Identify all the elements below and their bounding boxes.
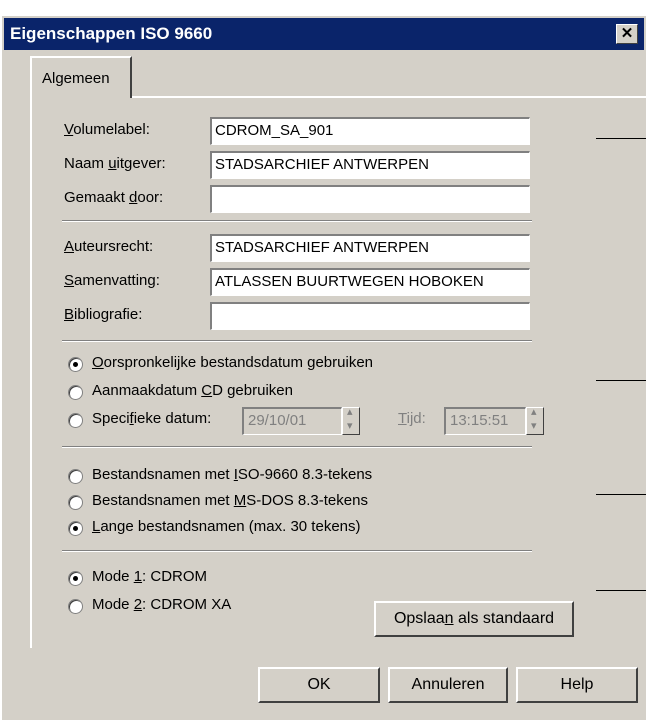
specific-date-label[interactable]: Specifieke datum: (92, 410, 211, 427)
time-label: Tijd: (398, 410, 426, 427)
separator (62, 446, 532, 448)
long-names-label[interactable]: Lange bestandsnamen (max. 30 tekens) (92, 518, 361, 535)
creation-date-label[interactable]: Aanmaakdatum CD gebruiken (92, 382, 293, 399)
title-bar[interactable]: Eigenschappen ISO 9660 ✕ (4, 18, 644, 50)
radio-creation-date[interactable] (68, 385, 83, 400)
radio-original-date[interactable] (68, 357, 83, 372)
samenvatting-label: Samenvatting: (64, 272, 160, 289)
radio-mode2[interactable] (68, 599, 83, 614)
uitgever-label: Naam uitgever: (64, 155, 166, 172)
radio-msdos-names[interactable] (68, 495, 83, 510)
gemaakt-door-field[interactable] (210, 185, 530, 213)
iso9660-names-label[interactable]: Bestandsnamen met ISO-9660 8.3-tekens (92, 466, 372, 483)
close-button[interactable]: ✕ (616, 24, 638, 44)
original-date-label[interactable]: Oorspronkelijke bestandsdatum gebruiken (92, 354, 373, 371)
gemaakt-door-label: Gemaakt door: (64, 189, 164, 206)
date-field[interactable]: 29/10/01 (242, 407, 342, 435)
msdos-names-label[interactable]: Bestandsnamen met MS-DOS 8.3-tekens (92, 492, 368, 509)
edge-line (596, 380, 646, 381)
radio-mode1[interactable] (68, 571, 83, 586)
save-as-default-button[interactable]: Opslaan als standaard (374, 601, 574, 637)
edge-line (596, 138, 646, 139)
bibliografie-label: Bibliografie: (64, 306, 143, 323)
date-spinner[interactable] (342, 405, 360, 435)
samenvatting-field[interactable]: ATLASSEN BUURTWEGEN HOBOKEN (210, 268, 530, 296)
mode1-label[interactable]: Mode 1: CDROM (92, 568, 207, 585)
tab-algemeen[interactable]: Algemeen (30, 56, 132, 98)
window-title: Eigenschappen ISO 9660 (10, 24, 213, 43)
ok-button[interactable]: OK (258, 667, 380, 703)
radio-long-names[interactable] (68, 521, 83, 536)
help-button[interactable]: Help (516, 667, 638, 703)
uitgever-field[interactable]: STADSARCHIEF ANTWERPEN (210, 151, 530, 179)
bibliografie-field[interactable] (210, 302, 530, 330)
time-field[interactable]: 13:15:51 (444, 407, 526, 435)
auteursrecht-field[interactable]: STADSARCHIEF ANTWERPEN (210, 234, 530, 262)
radio-specific-date[interactable] (68, 413, 83, 428)
tab-label: Algemeen (42, 70, 110, 87)
close-icon: ✕ (620, 25, 634, 42)
mode2-label[interactable]: Mode 2: CDROM XA (92, 596, 231, 613)
radio-iso9660-names[interactable] (68, 469, 83, 484)
edge-line (596, 590, 646, 591)
cancel-button[interactable]: Annuleren (388, 667, 508, 703)
separator (62, 220, 532, 222)
time-spinner[interactable] (526, 405, 544, 435)
volumelabel-field[interactable]: CDROM_SA_901 (210, 117, 530, 145)
separator (62, 550, 532, 552)
volumelabel-label: Volumelabel: (64, 121, 150, 138)
auteursrecht-label: Auteursrecht: (64, 238, 154, 255)
separator (62, 340, 532, 342)
edge-line (596, 494, 646, 495)
